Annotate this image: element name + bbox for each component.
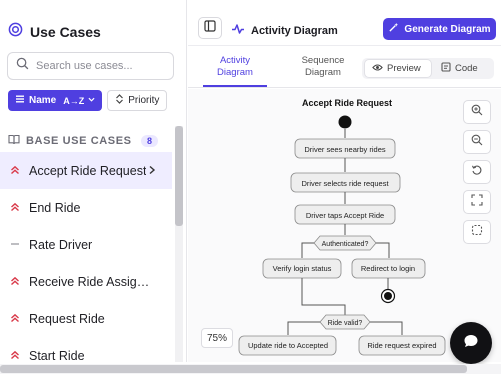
list-item-label: Accept Ride Request [29, 163, 147, 178]
view-mode-toggle: Preview Code [362, 58, 494, 79]
zoom-in-button[interactable] [463, 100, 491, 124]
main-header: Activity Diagram Generate Diagram [188, 0, 501, 46]
sort-by-name-button[interactable]: Name A→Z [8, 90, 103, 111]
generate-diagram-label: Generate Diagram [404, 23, 491, 35]
action-node-label: Verify login status [273, 264, 332, 273]
diagram-title-wrap: Activity Diagram [231, 22, 338, 40]
magic-wand-icon [388, 22, 399, 36]
preview-button[interactable]: Preview [365, 60, 431, 77]
list-item-label: Start Ride [29, 348, 85, 363]
high-priority-icon [10, 275, 20, 289]
high-priority-icon [10, 164, 20, 178]
sort-name-label: Name [29, 95, 57, 106]
edge [301, 278, 346, 315]
generate-diagram-button[interactable]: Generate Diagram [383, 18, 496, 40]
bottom-edge [0, 374, 501, 384]
list-item[interactable]: Request Ride [0, 300, 172, 337]
sort-arrows-icon [115, 94, 124, 107]
active-tab-indicator [203, 85, 267, 87]
code-icon [441, 62, 451, 75]
zoom-out-button[interactable] [463, 130, 491, 154]
chevron-down-icon [88, 95, 95, 106]
list-item-label: Request Ride [29, 311, 105, 326]
select-area-button[interactable] [463, 220, 491, 244]
sidebar-scrollbar-thumb[interactable] [175, 126, 183, 226]
edge [287, 321, 320, 335]
diagram-tabs: Activity Diagram Sequence Diagram Previe… [188, 47, 501, 88]
use-case-sidebar: Use Cases Name A→Z Priority B [0, 0, 187, 363]
book-icon [8, 132, 20, 150]
action-node-label: Redirect to login [361, 264, 415, 273]
expand-icon [471, 193, 483, 211]
sidebar-title: Use Cases [30, 24, 101, 40]
canvas-toolbar [463, 100, 491, 244]
panel-icon [204, 19, 216, 37]
list-item-label: End Ride [29, 200, 81, 215]
high-priority-icon [10, 349, 20, 363]
low-priority-icon [10, 238, 20, 252]
base-use-cases-section-header[interactable]: BASE USE CASES 8 [8, 132, 158, 150]
chat-button[interactable] [450, 322, 492, 364]
toggle-sidebar-button[interactable] [198, 17, 222, 39]
section-count-badge: 8 [140, 135, 158, 147]
zoom-level-indicator: 75% [201, 328, 233, 348]
chevron-right-icon [148, 164, 156, 178]
tab-sequence-diagram[interactable]: Sequence Diagram [291, 55, 355, 79]
search-icon [16, 57, 29, 75]
list-item-label: Rate Driver [29, 237, 93, 252]
preview-label: Preview [387, 63, 421, 74]
list-item-label: Receive Ride Assign... [29, 274, 153, 289]
edge [301, 242, 314, 258]
fit-to-screen-button[interactable] [463, 190, 491, 214]
action-node-label: Driver sees nearby rides [304, 145, 386, 154]
action-node-label: Update ride to Accepted [248, 341, 328, 350]
decision-node-label: Ride valid? [328, 320, 363, 327]
activity-pulse-icon [231, 22, 245, 40]
sort-order-label: A→Z [63, 95, 85, 106]
diagram-title: Accept Ride Request [302, 98, 392, 108]
code-button[interactable]: Code [434, 60, 492, 77]
code-label: Code [455, 63, 478, 74]
reset-view-button[interactable] [463, 160, 491, 184]
high-priority-icon [10, 312, 20, 326]
eye-icon [372, 63, 383, 75]
start-node [338, 115, 352, 129]
edge [376, 242, 390, 258]
end-node-core [384, 292, 392, 300]
dashed-frame-icon [471, 223, 483, 241]
section-label: BASE USE CASES [26, 135, 132, 147]
diagram-canvas[interactable]: Accept Ride Request Driver sees nearby r… [188, 89, 501, 362]
target-icon [8, 22, 23, 42]
list-item[interactable]: Receive Ride Assign... [0, 263, 172, 300]
zoom-out-icon [471, 133, 483, 151]
action-node-label: Ride request expired [367, 341, 436, 350]
sort-by-priority-button[interactable]: Priority [107, 90, 168, 111]
rotate-ccw-icon [471, 163, 483, 181]
sort-priority-label: Priority [128, 95, 160, 106]
activity-diagram: Accept Ride Request Driver sees nearby r… [238, 98, 446, 356]
horizontal-scrollbar[interactable] [0, 364, 501, 374]
page-title: Activity Diagram [251, 25, 338, 37]
decision-node-label: Authenticated? [322, 241, 369, 248]
use-case-list: Accept Ride Request End Ride Rate Driver… [0, 152, 172, 374]
search-box[interactable] [7, 52, 174, 80]
tab-activity-diagram[interactable]: Activity Diagram [205, 55, 265, 79]
horizontal-scrollbar-thumb[interactable] [0, 365, 467, 373]
chat-bubble-icon [463, 333, 479, 354]
action-node-label: Driver taps Accept Ride [306, 211, 384, 220]
list-item[interactable]: Rate Driver [0, 226, 172, 263]
list-item[interactable]: Accept Ride Request [0, 152, 172, 189]
sidebar-scrollbar[interactable] [175, 126, 183, 362]
high-priority-icon [10, 201, 20, 215]
list-icon [15, 94, 25, 107]
list-item[interactable]: End Ride [0, 189, 172, 226]
search-input[interactable] [36, 60, 161, 72]
action-node-label: Driver selects ride request [301, 179, 389, 188]
edge [370, 321, 403, 335]
sidebar-header: Use Cases [8, 22, 101, 42]
sort-controls: Name A→Z Priority [8, 90, 168, 111]
zoom-in-icon [471, 103, 483, 121]
